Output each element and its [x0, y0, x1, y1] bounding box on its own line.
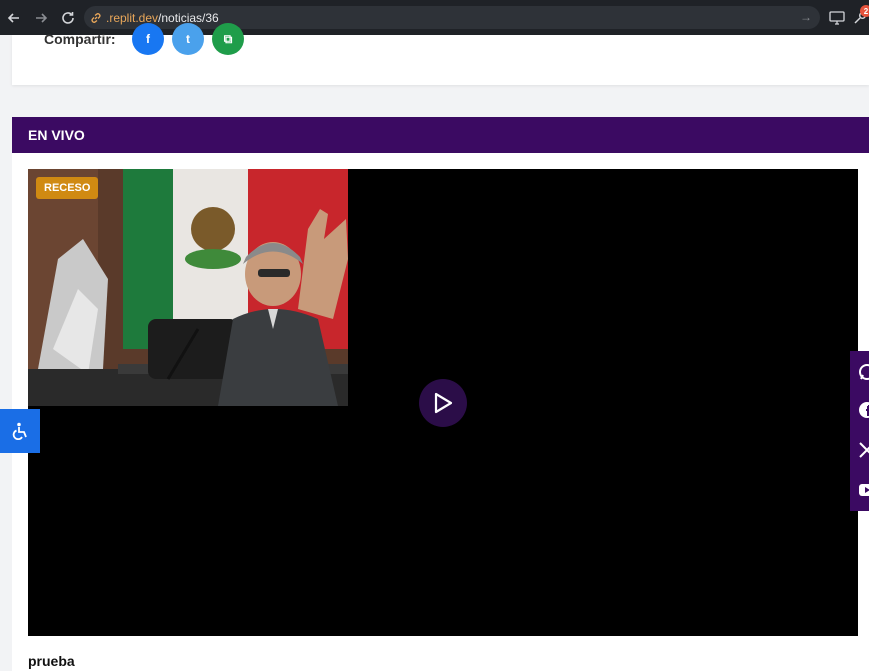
share-label: Compartir: [44, 31, 116, 47]
reload-button[interactable] [56, 6, 80, 30]
forward-button[interactable] [29, 6, 53, 30]
live-video-player[interactable]: RECESO [28, 169, 858, 636]
twitter-icon: t [186, 32, 190, 46]
status-badge: RECESO [36, 177, 99, 199]
arrow-left-icon [7, 12, 19, 23]
play-icon [434, 392, 453, 414]
link-icon [90, 12, 102, 24]
reload-icon [62, 11, 74, 24]
accessibility-button[interactable] [0, 409, 40, 453]
video-caption: prueba [28, 653, 75, 669]
share-copy-button[interactable]: ⧉ [212, 23, 244, 55]
share-card: Compartir: f t ⧉ [12, 23, 869, 85]
cast-icon[interactable] [828, 9, 846, 27]
live-section-header: EN VIVO [12, 117, 869, 153]
video-thumbnail: RECESO [28, 169, 348, 406]
go-arrow-icon[interactable]: → [800, 10, 812, 24]
social-rail [850, 351, 869, 511]
live-section-body: RECESO prueba [12, 153, 869, 671]
back-button[interactable] [2, 6, 26, 30]
extensions-button[interactable]: 2 [851, 5, 869, 27]
browser-toolbar: .replit.dev /noticias/36 → 2 [0, 0, 869, 35]
notification-badge: 2 [860, 5, 869, 17]
play-button[interactable] [419, 379, 467, 427]
share-twitter-button[interactable]: t [172, 23, 204, 55]
whatsapp-icon[interactable] [858, 363, 869, 381]
copy-link-icon: ⧉ [223, 31, 233, 46]
live-title: EN VIVO [28, 127, 85, 143]
facebook-icon[interactable] [858, 401, 869, 419]
wheelchair-icon [12, 422, 27, 440]
share-facebook-button[interactable]: f [132, 23, 164, 55]
x-icon[interactable] [858, 441, 869, 459]
facebook-icon: f [146, 32, 150, 46]
arrow-right-icon [36, 12, 48, 23]
youtube-icon[interactable] [858, 481, 869, 499]
